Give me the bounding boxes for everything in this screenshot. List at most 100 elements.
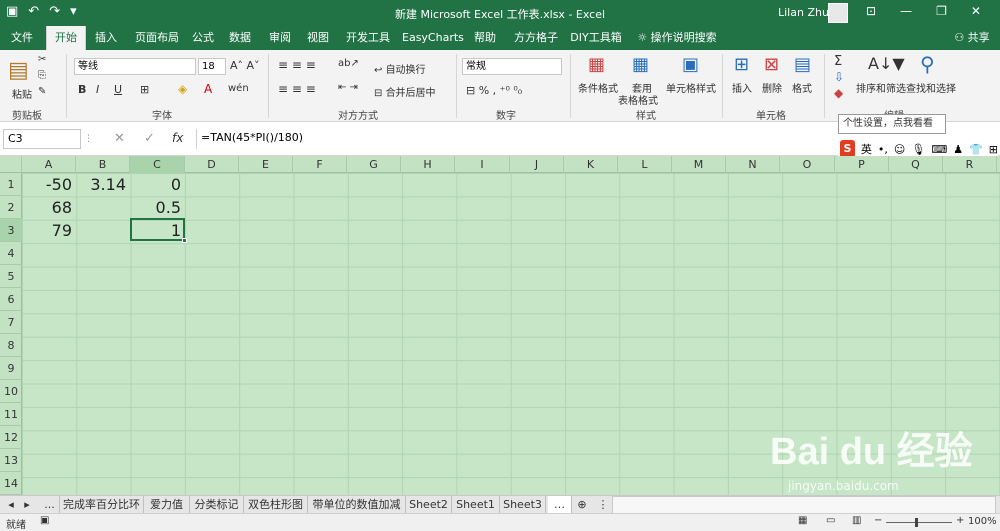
copy-icon[interactable]: ⎘ (38, 70, 46, 81)
font-size-select[interactable]: 18 (198, 58, 226, 75)
tab-view[interactable]: 视图 (302, 26, 334, 50)
column-header[interactable]: P (835, 156, 889, 173)
column-header[interactable]: A (22, 156, 76, 173)
cell-c2[interactable]: 0.5 (130, 196, 185, 219)
next-sheet-icon[interactable]: ▸ (20, 496, 34, 514)
column-header[interactable]: K (564, 156, 618, 173)
row-header[interactable]: 2 (0, 196, 22, 219)
tab-tell-me[interactable]: ☼ 操作说明搜索 (632, 26, 722, 50)
insert-function-icon[interactable]: fx (172, 131, 183, 145)
format-cells-icon[interactable]: ▤ (794, 54, 811, 75)
user-name[interactable]: Lilan Zhu (778, 6, 829, 19)
emoji-icon[interactable]: ☺ (894, 143, 905, 156)
cell-styles-icon[interactable]: ▣ (682, 54, 699, 75)
zoom-in-icon[interactable]: + (956, 515, 964, 526)
tab-formulas[interactable]: 公式 (188, 26, 218, 50)
row-header[interactable]: 9 (0, 357, 22, 380)
merge-center-button[interactable]: ⊟ 合并后居中 (374, 84, 436, 99)
row-header[interactable]: 4 (0, 242, 22, 265)
conditional-format-icon[interactable]: ▦ (588, 54, 605, 75)
format-table-icon[interactable]: ▦ (632, 54, 649, 75)
insert-button[interactable]: 插入 (732, 80, 752, 95)
cancel-icon[interactable]: ✕ (114, 131, 125, 146)
column-header[interactable]: N (726, 156, 780, 173)
sheet-tab[interactable]: 双色柱形图 (244, 496, 308, 514)
tab-insert[interactable]: 插入 (88, 26, 124, 50)
column-header[interactable]: L (618, 156, 672, 173)
column-header[interactable]: J (510, 156, 564, 173)
row-header[interactable]: 8 (0, 334, 22, 357)
row-header[interactable]: 11 (0, 403, 22, 426)
cell-c3[interactable]: 1 (130, 219, 185, 242)
conditional-format-button[interactable]: 条件格式 (578, 80, 618, 95)
cell-b1[interactable]: 3.14 (76, 173, 130, 196)
format-table-button-2[interactable]: 表格格式 (618, 92, 658, 107)
tab-fangfang[interactable]: 方方格子 (508, 26, 564, 50)
orientation-icon[interactable]: ab↗ (338, 58, 359, 69)
minimize-icon[interactable]: — (900, 4, 912, 18)
row-header[interactable]: 5 (0, 265, 22, 288)
row-header[interactable]: 3 (0, 219, 22, 242)
tab-easycharts[interactable]: EasyCharts (402, 26, 464, 50)
format-button[interactable]: 格式 (792, 80, 812, 95)
mic-icon[interactable]: 🎙 (911, 143, 925, 156)
font-color-icon[interactable]: A (204, 82, 212, 96)
column-header[interactable]: E (239, 156, 293, 173)
find-icon[interactable]: ⚲ (920, 52, 935, 76)
wrap-text-button[interactable]: ↩ 自动换行 (374, 61, 426, 76)
zoom-level[interactable]: 100% (968, 516, 997, 527)
normal-view-icon[interactable]: ▦ (798, 515, 807, 526)
border-icon[interactable]: ⊞ (140, 83, 149, 96)
zoom-out-icon[interactable]: − (874, 515, 882, 526)
row-header[interactable]: 14 (0, 472, 22, 495)
zoom-slider[interactable] (886, 522, 952, 523)
sort-filter-button[interactable]: 排序和筛选 (856, 80, 906, 95)
ribbon-display-icon[interactable]: ⊡ (866, 4, 876, 18)
delete-button[interactable]: 删除 (762, 80, 782, 95)
find-select-button[interactable]: 查找和选择 (906, 80, 956, 95)
paste-icon[interactable]: ▤ (8, 58, 29, 83)
row-header[interactable]: 10 (0, 380, 22, 403)
number-format-select[interactable]: 常规 (462, 58, 562, 75)
column-header[interactable]: R (943, 156, 997, 173)
skin-icon[interactable]: 👕 (969, 143, 983, 156)
sheet-tab[interactable]: 带单位的数值加减 (308, 496, 406, 514)
tab-diy[interactable]: DIY工具箱 (568, 26, 624, 50)
align-top-icon[interactable]: ≡ ≡ ≡ (278, 58, 316, 72)
fill-icon[interactable]: ⇩ (834, 70, 844, 84)
autosum-icon[interactable]: Σ (834, 54, 842, 69)
align-left-icon[interactable]: ≡ ≡ ≡ (278, 82, 316, 96)
prev-sheet-icon[interactable]: ◂ (4, 496, 18, 514)
indent-icon[interactable]: ⇤ ⇥ (338, 82, 358, 93)
sheet-tab[interactable]: 爱力值 (144, 496, 190, 514)
paste-button[interactable]: 粘贴 (12, 86, 32, 101)
currency-icon[interactable]: ⊟ % , ⁺⁰ ⁰₀ (466, 84, 522, 97)
column-header[interactable]: H (401, 156, 455, 173)
select-all-corner[interactable] (0, 156, 22, 173)
punctuation-icon[interactable]: •, (878, 143, 888, 156)
horizontal-scrollbar[interactable] (612, 496, 996, 514)
close-icon[interactable]: ✕ (971, 4, 981, 18)
sheet-tab[interactable]: Sheet1 (452, 496, 500, 514)
column-header[interactable]: D (185, 156, 239, 173)
tab-page-layout[interactable]: 页面布局 (128, 26, 186, 50)
row-header[interactable]: 6 (0, 288, 22, 311)
row-header[interactable]: 12 (0, 426, 22, 449)
column-header[interactable]: G (347, 156, 401, 173)
tab-file[interactable]: 文件 (4, 26, 40, 50)
cell-a2[interactable]: 68 (22, 196, 76, 219)
keyboard-icon[interactable]: ⌨ (931, 143, 947, 156)
sheet-tab[interactable]: Sheet3 (500, 496, 546, 514)
delete-cells-icon[interactable]: ⊠ (764, 54, 779, 75)
page-layout-view-icon[interactable]: ▭ (826, 515, 835, 526)
formula-input[interactable]: =TAN(45*PI()/180) (196, 129, 836, 149)
enter-icon[interactable]: ✓ (144, 131, 155, 146)
zoom-thumb[interactable] (915, 518, 918, 527)
column-header[interactable]: Q (889, 156, 943, 173)
column-header[interactable]: O (780, 156, 835, 173)
row-header[interactable]: 1 (0, 173, 22, 196)
format-painter-icon[interactable]: ✎ (38, 86, 46, 97)
cell-a3[interactable]: 79 (22, 219, 76, 242)
phonetic-icon[interactable]: wén (228, 83, 249, 94)
more-sheets-icon[interactable]: … (548, 496, 572, 514)
